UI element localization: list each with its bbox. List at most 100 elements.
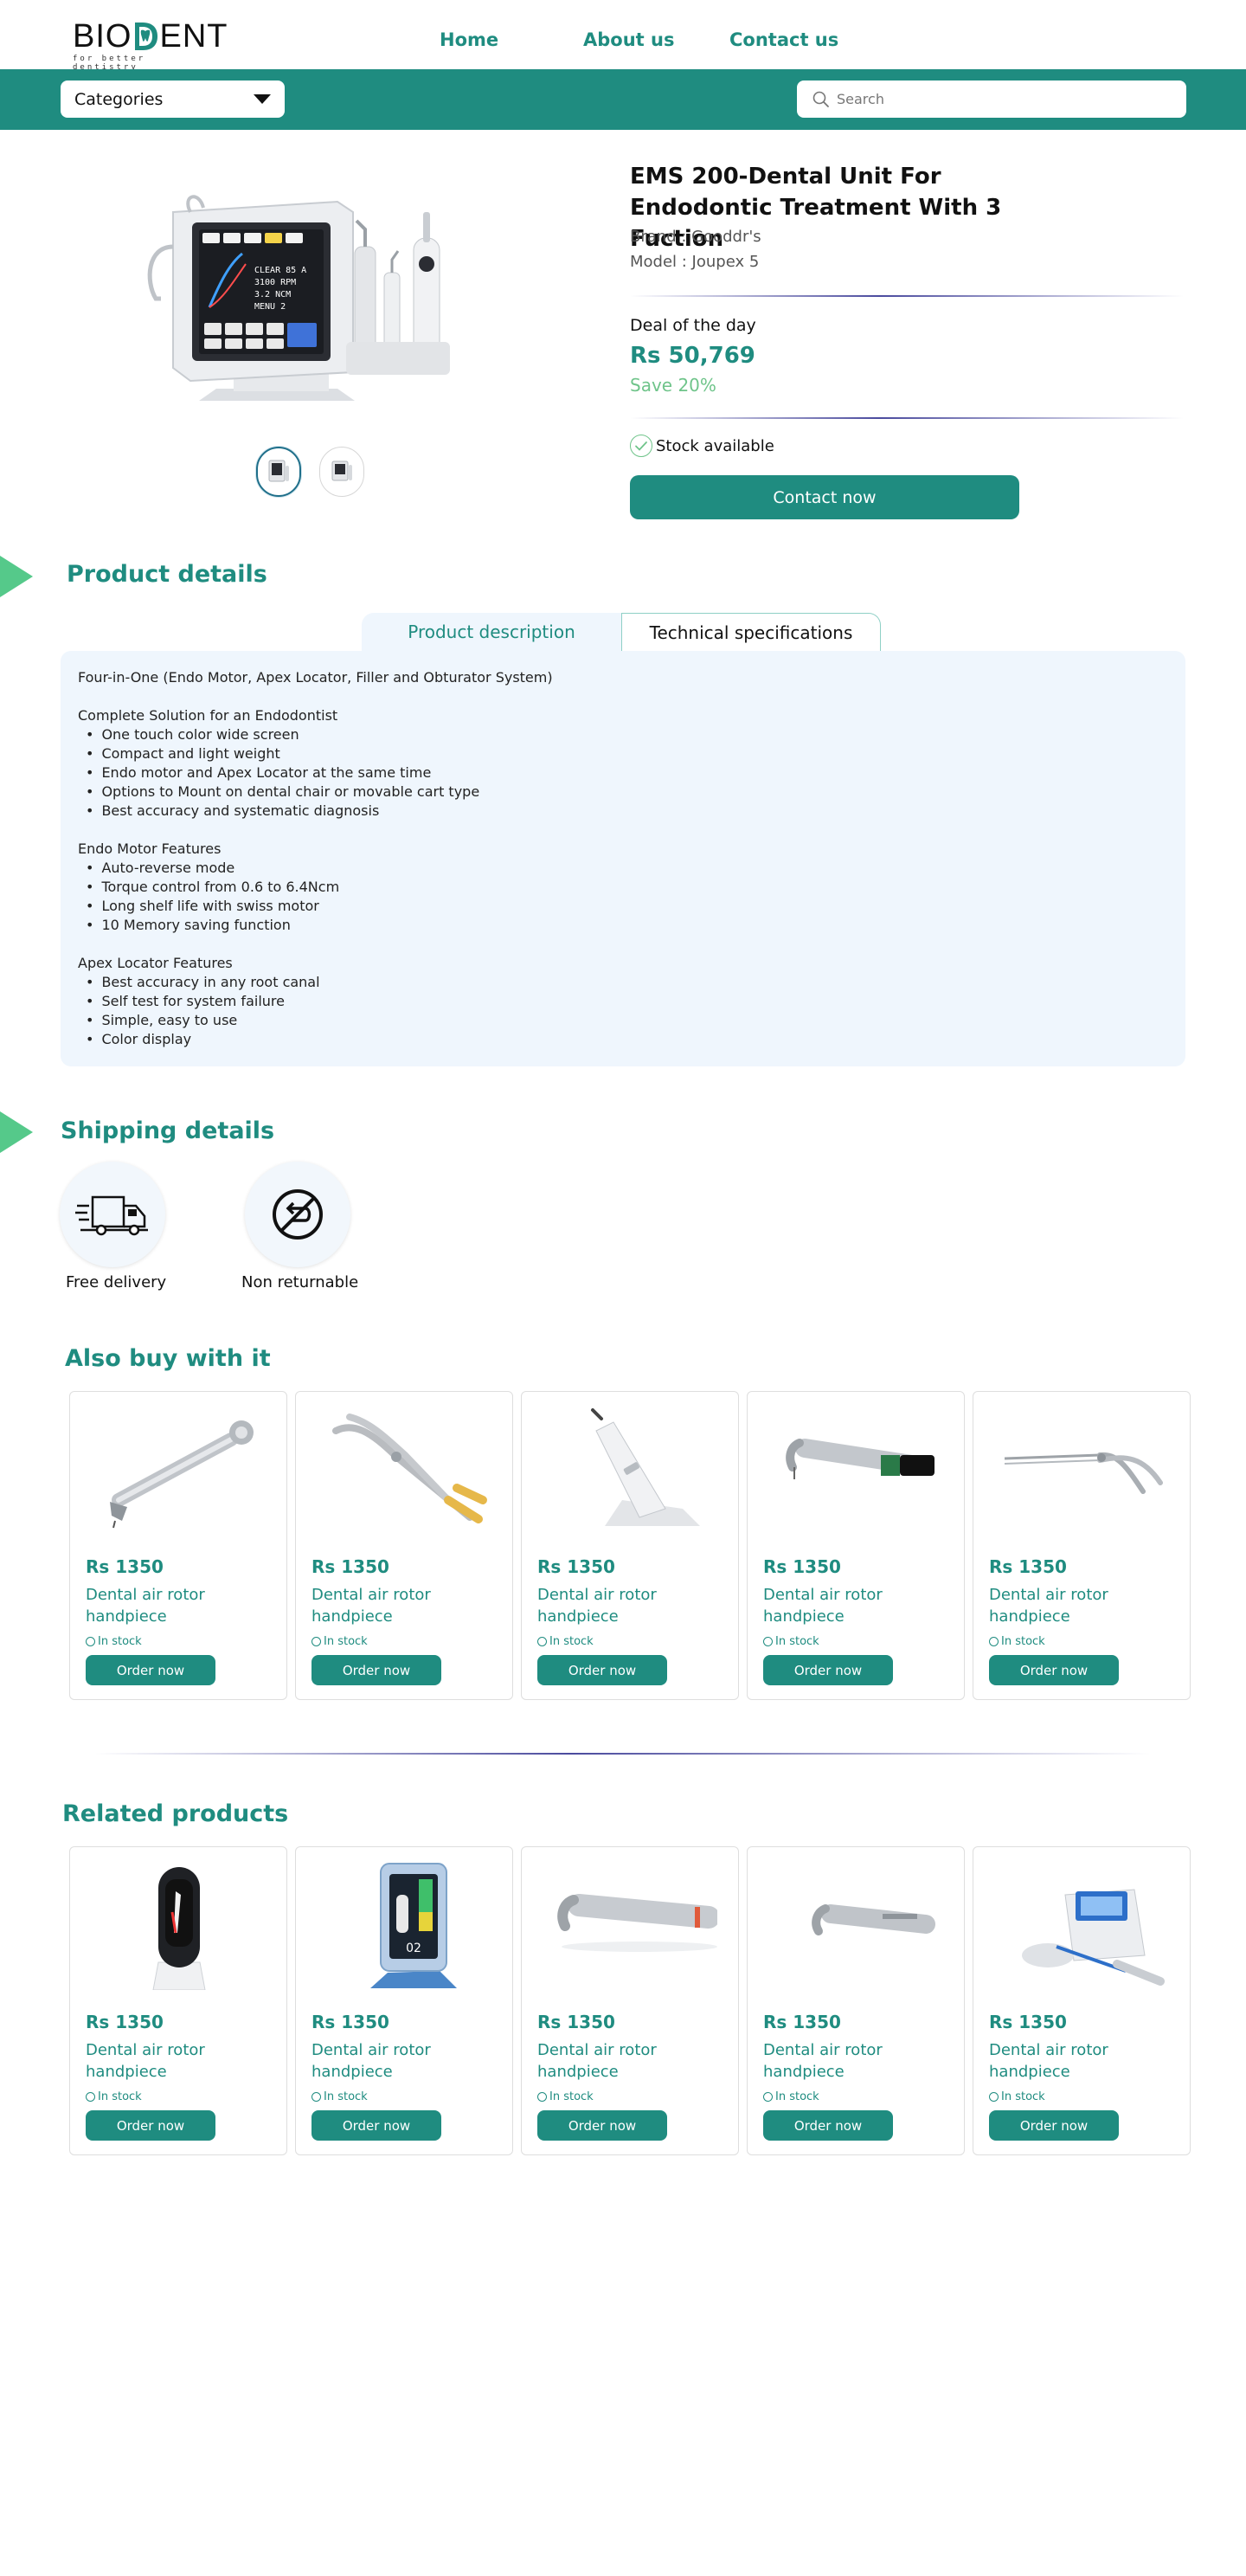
card-product-name[interactable]: Dental air rotor handpiece: [989, 2039, 1162, 2083]
search-input[interactable]: [837, 91, 1166, 107]
logo-wordmark: BIO ENT: [73, 18, 228, 55]
order-now-button[interactable]: Order now: [86, 2110, 215, 2141]
rongeur-forceps-image[interactable]: [984, 1401, 1181, 1539]
order-now-button[interactable]: Order now: [86, 1655, 215, 1685]
product-details-heading: Product details: [67, 561, 267, 588]
nav-contact-us[interactable]: Contact us: [729, 29, 838, 50]
product-description-panel: Four-in-One (Endo Motor, Apex Locator, F…: [61, 651, 1185, 1066]
product-thumbnail-2[interactable]: [319, 447, 364, 497]
nav-about-us[interactable]: About us: [583, 29, 674, 50]
non-returnable-badge: [245, 1162, 350, 1267]
stock-status-label: Stock available: [656, 436, 774, 455]
search-box[interactable]: [797, 80, 1186, 118]
card-price: Rs 1350: [86, 1556, 164, 1577]
order-now-button[interactable]: Order now: [537, 2110, 667, 2141]
card-price: Rs 1350: [989, 1556, 1067, 1577]
curing-light-image[interactable]: [532, 1401, 729, 1539]
related-products-heading: Related products: [62, 1800, 289, 1827]
card-price: Rs 1350: [537, 1556, 615, 1577]
product-card[interactable]: Rs 1350 Dental air rotor handpiece In st…: [973, 1391, 1191, 1700]
order-now-button[interactable]: Order now: [312, 2110, 441, 2141]
tab-technical-specifications[interactable]: Technical specifications: [621, 613, 881, 651]
card-product-name[interactable]: Dental air rotor handpiece: [312, 2039, 485, 2083]
site-header: BIO ENT for better dentistry Home About …: [0, 0, 1246, 72]
description-bullet: Auto-reverse mode: [78, 859, 1168, 878]
stock-dot-icon: [312, 2092, 321, 2102]
description-bullet: 10 Memory saving function: [78, 916, 1168, 935]
discount-label: Save 20%: [630, 375, 716, 396]
card-stock-status: In stock: [763, 2090, 819, 2103]
product-card[interactable]: Rs 1350 Dental air rotor handpiece In st…: [521, 1846, 739, 2155]
description-bullet: Compact and light weight: [78, 744, 1168, 763]
card-price: Rs 1350: [537, 2012, 615, 2032]
order-now-button[interactable]: Order now: [537, 1655, 667, 1685]
stock-dot-icon: [312, 1637, 321, 1646]
stock-dot-icon: [989, 1637, 999, 1646]
stock-dot-icon: [989, 2092, 999, 2102]
stock-status: Stock available: [630, 435, 774, 457]
card-product-name[interactable]: Dental air rotor handpiece: [537, 2039, 710, 2083]
order-now-button[interactable]: Order now: [989, 2110, 1119, 2141]
contra-angle-handpiece-image[interactable]: [758, 1401, 955, 1539]
categories-dropdown[interactable]: Categories: [61, 80, 285, 118]
product-card[interactable]: Rs 1350 Dental air rotor handpiece In st…: [295, 1391, 513, 1700]
stock-dot-icon: [86, 1637, 95, 1646]
screen-readout-1: CLEAR 85 A: [254, 266, 306, 275]
extraction-forceps-image[interactable]: [306, 1401, 504, 1539]
product-card[interactable]: 02 Rs 1350 Dental air rotor handpiece In…: [295, 1846, 513, 2155]
endo-motor-unit-image[interactable]: [984, 1856, 1181, 1994]
contra-angle-short-image[interactable]: [758, 1856, 955, 1994]
stock-dot-icon: [537, 2092, 547, 2102]
card-stock-status: In stock: [312, 2090, 368, 2103]
product-main-image[interactable]: CLEAR 85 A 3100 RPM 3.2 NCM MENU 2: [138, 177, 485, 420]
product-brand: Brand : Gooddr's: [630, 228, 761, 246]
order-now-button[interactable]: Order now: [989, 1655, 1119, 1685]
product-card[interactable]: Rs 1350 Dental air rotor handpiece In st…: [747, 1846, 965, 2155]
card-product-name[interactable]: Dental air rotor handpiece: [763, 1584, 936, 1627]
apex-locator-blue-image[interactable]: 02: [306, 1856, 504, 1994]
brand-logo[interactable]: BIO ENT for better dentistry: [73, 18, 228, 72]
card-stock-status: In stock: [312, 1635, 368, 1648]
divider: [630, 295, 1184, 297]
description-bullet: Simple, easy to use: [78, 1011, 1168, 1030]
card-price: Rs 1350: [763, 2012, 841, 2032]
description-bullet: Long shelf life with swiss motor: [78, 897, 1168, 916]
product-model: Model : Joupex 5: [630, 253, 760, 271]
air-rotor-handpiece-image[interactable]: [80, 1401, 278, 1539]
description-bullet: Torque control from 0.6 to 6.4Ncm: [78, 878, 1168, 897]
description-group-title: Apex Locator Features: [78, 955, 233, 971]
product-card[interactable]: Rs 1350 Dental air rotor handpiece In st…: [521, 1391, 739, 1700]
contra-angle-long-image[interactable]: [532, 1856, 729, 1994]
card-product-name[interactable]: Dental air rotor handpiece: [763, 2039, 936, 2083]
card-price: Rs 1350: [312, 1556, 389, 1577]
also-buy-heading: Also buy with it: [65, 1345, 271, 1372]
category-bar: Categories: [0, 69, 1246, 130]
product-thumbnail-1[interactable]: [256, 447, 301, 497]
nav-home[interactable]: Home: [440, 29, 498, 50]
deal-label: Deal of the day: [630, 316, 756, 335]
card-product-name[interactable]: Dental air rotor handpiece: [86, 2039, 259, 2083]
card-product-name[interactable]: Dental air rotor handpiece: [989, 1584, 1162, 1627]
card-product-name[interactable]: Dental air rotor handpiece: [312, 1584, 485, 1627]
divider: [630, 417, 1184, 419]
apex-locator-white-image[interactable]: [80, 1856, 278, 1994]
caret-down-icon: [254, 94, 271, 104]
product-card[interactable]: Rs 1350 Dental air rotor handpiece In st…: [69, 1846, 287, 2155]
card-product-name[interactable]: Dental air rotor handpiece: [537, 1584, 710, 1627]
order-now-button[interactable]: Order now: [312, 1655, 441, 1685]
description-bullet: Endo motor and Apex Locator at the same …: [78, 763, 1168, 782]
tab-product-description[interactable]: Product description: [362, 613, 621, 651]
search-icon: [812, 91, 830, 108]
contact-now-button[interactable]: Contact now: [630, 475, 1019, 519]
product-card[interactable]: Rs 1350 Dental air rotor handpiece In st…: [747, 1391, 965, 1700]
card-stock-status: In stock: [989, 2090, 1045, 2103]
product-card[interactable]: Rs 1350 Dental air rotor handpiece In st…: [69, 1391, 287, 1700]
shipping-details-heading: Shipping details: [61, 1117, 275, 1144]
stock-dot-icon: [763, 1637, 773, 1646]
stock-dot-icon: [537, 1637, 547, 1646]
order-now-button[interactable]: Order now: [763, 2110, 893, 2141]
order-now-button[interactable]: Order now: [763, 1655, 893, 1685]
card-price: Rs 1350: [989, 2012, 1067, 2032]
card-product-name[interactable]: Dental air rotor handpiece: [86, 1584, 259, 1627]
product-card[interactable]: Rs 1350 Dental air rotor handpiece In st…: [973, 1846, 1191, 2155]
